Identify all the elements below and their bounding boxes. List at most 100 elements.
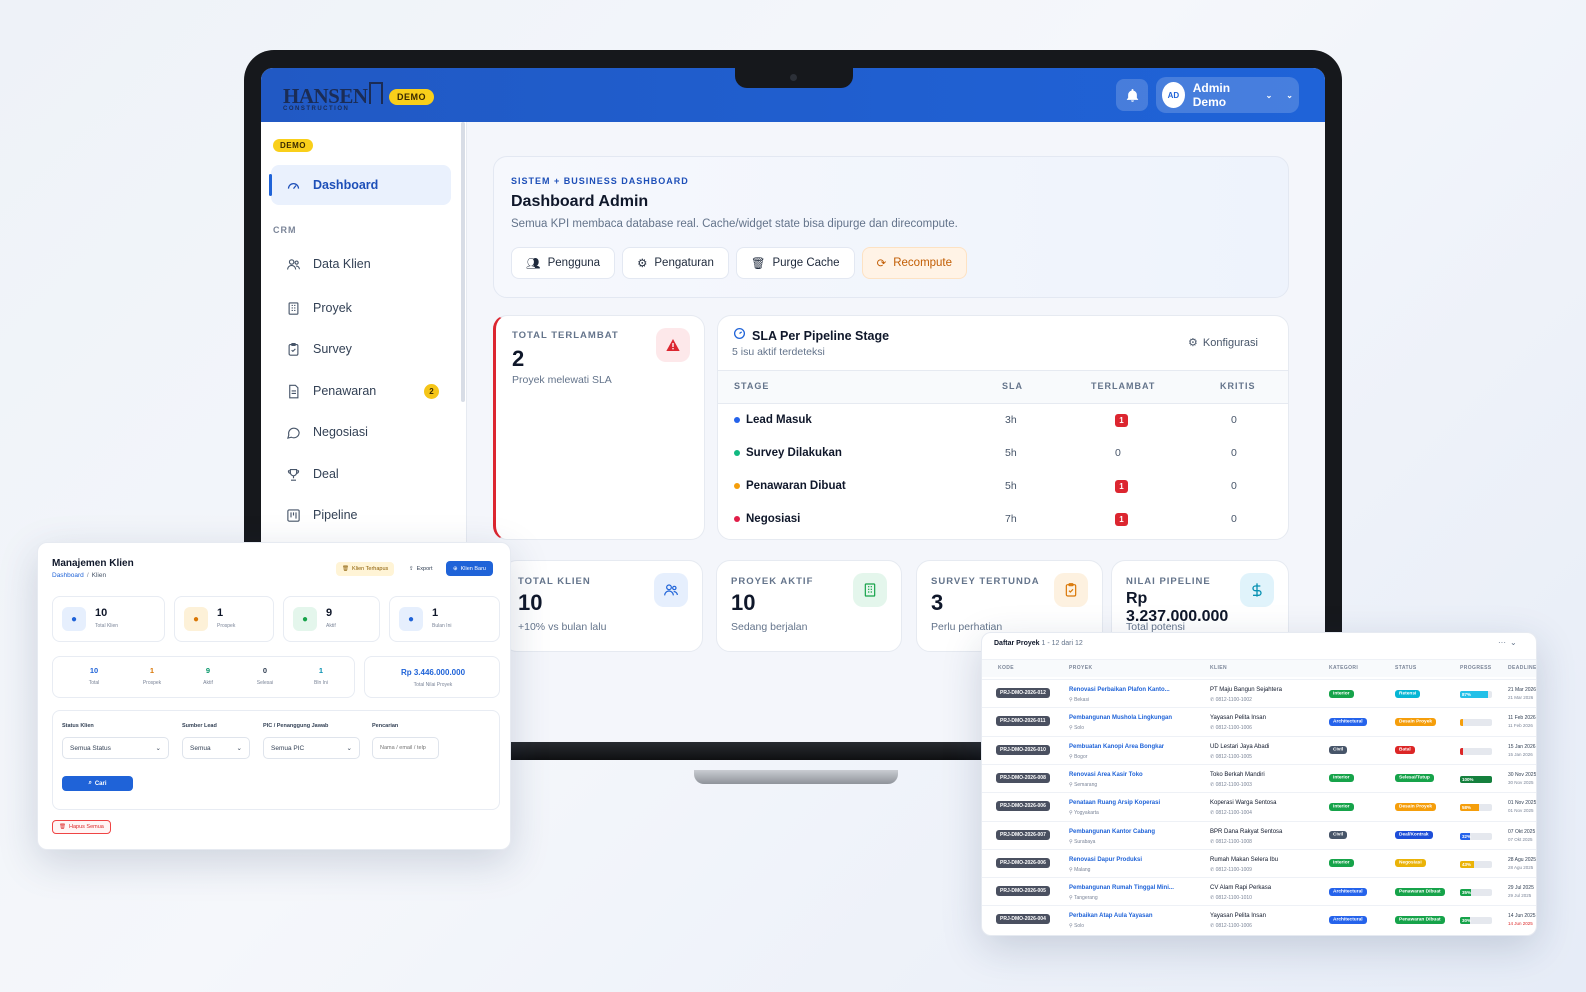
table-row[interactable]: PRJ-DMO-2026-012 Renovasi Perbaikan Plaf… <box>982 679 1537 707</box>
export-button[interactable]: ⇪ Export <box>404 562 438 576</box>
progress-bar: 30% <box>1460 917 1492 925</box>
deadline: 11 Feb 2026 <box>1508 715 1536 722</box>
summary-strip: 10 Total 1 Prospek 9 Aktif 0 Selesai 1 Bln I… <box>52 656 355 698</box>
avatar: AD <box>1162 82 1185 108</box>
sidebar-item-data-klien[interactable]: Data Klien <box>271 244 451 284</box>
table-row[interactable]: PRJ-DMO-2026-005 Pembangunan Rumah Tingg… <box>982 877 1536 905</box>
critical-count: 0 <box>1231 447 1237 459</box>
kpi-sub: Sedang berjalan <box>731 621 808 633</box>
progress-fill <box>1460 719 1463 727</box>
sidebar-item-proyek[interactable]: Proyek <box>271 288 451 328</box>
col-header[interactable]: KLIEN <box>1210 665 1227 671</box>
client-name: BPR Dana Rakyat Sentosa <box>1210 828 1283 835</box>
klien-terhapus-button[interactable]: 🗑︎ Klien Terhapus <box>336 562 395 576</box>
purge-cache-button[interactable]: 🗑︎ Purge Cache <box>735 247 855 279</box>
phone-icon: ✆ <box>1210 895 1215 902</box>
stage-dot <box>734 516 740 522</box>
kpi-value: 2 <box>512 346 525 371</box>
table-row[interactable]: PRJ-DMO-2026-008 Renovasi Area Kasir Tok… <box>982 763 1536 792</box>
sla-row[interactable]: Negosiasi 7h 1 0 <box>718 503 1288 536</box>
col-header: KRITIS <box>1220 381 1256 391</box>
summary-label: Aktif <box>203 680 213 686</box>
table-row[interactable]: PRJ-DMO-2026-004 Perbaikan Atap Aula Yay… <box>982 905 1536 933</box>
user-plus-icon: ● <box>184 607 208 631</box>
sumber-select[interactable]: Semua ⌄ <box>182 737 250 759</box>
col-header[interactable]: STATUS <box>1395 665 1417 671</box>
progress-bar: 87% <box>1460 691 1492 698</box>
sla-value: 5h <box>1005 447 1017 459</box>
project-name[interactable]: Penataan Ruang Arsip Koperasi <box>1069 800 1160 806</box>
pic-select[interactable]: Semua PIC ⌄ <box>263 737 360 759</box>
plus-icon: ⊕ <box>453 565 458 572</box>
recompute-button[interactable]: ⟳ Recompute <box>861 247 968 279</box>
trash-icon: 🗑︎ <box>750 258 766 270</box>
project-name[interactable]: Renovasi Perbaikan Plafon Kanto... <box>1069 687 1170 693</box>
col-header[interactable]: KATEGORI <box>1329 665 1358 671</box>
sidebar-item-penawaran[interactable]: Penawaran 2 <box>271 371 451 411</box>
progress-bar: 58% <box>1460 804 1492 812</box>
project-code: PRJ-DMO-2026-012 <box>996 688 1050 698</box>
sidebar-item-survey[interactable]: Survey <box>271 329 451 369</box>
table-row[interactable]: PRJ-DMO-2026-007 Pembangunan Kantor Caba… <box>982 820 1536 849</box>
table-row[interactable]: PRJ-DMO-2026-006 Renovasi Dapur Produksi… <box>982 848 1536 877</box>
client-phone: ✆ 0812-1100-1009 <box>1210 866 1252 873</box>
sidebar-item-negosiasi[interactable]: Negosiasi <box>271 412 451 452</box>
sidebar-item-deal[interactable]: Deal <box>271 454 451 494</box>
project-name[interactable]: Renovasi Area Kasir Toko <box>1069 772 1143 778</box>
project-name[interactable]: Pembangunan Rumah Tinggal Mini... <box>1069 885 1174 891</box>
proyek-menu-button[interactable]: ··· ⌄ <box>1498 638 1517 647</box>
hapus-semua-button[interactable]: 🗑︎ Hapus Semua <box>52 820 111 834</box>
client-name: Rumah Makan Selera Ibu <box>1210 856 1279 863</box>
table-row[interactable]: PRJ-DMO-2026-006 Penataan Ruang Arsip Ko… <box>982 792 1536 820</box>
phone-icon: ✆ <box>1210 725 1215 732</box>
sla-value: 5h <box>1005 480 1017 492</box>
sidebar-item-pipeline[interactable]: Pipeline <box>271 495 451 535</box>
sla-row[interactable]: Survey Dilakukan 5h 0 0 <box>718 437 1288 470</box>
sla-row[interactable]: Lead Masuk 3h 1 0 <box>718 404 1288 437</box>
pengguna-button[interactable]: 👥︎ Pengguna <box>511 247 616 279</box>
notification-button[interactable] <box>1116 79 1148 111</box>
chat-icon <box>285 424 301 440</box>
project-code: PRJ-DMO-2026-005 <box>996 886 1050 897</box>
client-phone: ✆ 0812-1100-1005 <box>1210 753 1252 760</box>
kpi-label: NILAI PIPELINE <box>1126 576 1211 587</box>
client-phone: ✆ 0812-1100-1004 <box>1210 810 1252 817</box>
kpi-card[interactable]: TOTAL KLIEN 10 +10% vs bulan lalu <box>503 560 703 652</box>
kpi-label: TOTAL KLIEN <box>518 576 591 587</box>
phone-icon: ✆ <box>1210 923 1215 930</box>
col-header[interactable]: DEADLINE <box>1508 665 1536 671</box>
breadcrumb-home[interactable]: Dashboard <box>52 572 84 579</box>
konfigurasi-button[interactable]: ⚙ Konfigurasi <box>1188 336 1258 350</box>
table-row[interactable]: PRJ-DMO-2026-010 Pembuatan Kanopi Area B… <box>982 735 1536 764</box>
user-check-icon: ● <box>293 607 317 631</box>
project-name[interactable]: Perbaikan Atap Aula Yayasan <box>1069 913 1152 919</box>
project-name[interactable]: Pembangunan Mushola Lingkungan <box>1069 715 1172 721</box>
phone-icon: ✆ <box>1210 866 1215 873</box>
cari-button[interactable]: ⌕ Cari <box>62 776 133 791</box>
deadline: 15 Jan 2026 <box>1508 743 1536 750</box>
sidebar-item-dashboard[interactable]: Dashboard <box>269 165 451 205</box>
client-name: Koperasi Warga Sentosa <box>1210 800 1277 807</box>
table-row[interactable]: PRJ-DMO-2026-011 Pembangunan Mushola Lin… <box>982 707 1536 735</box>
sla-row[interactable]: Penawaran Dibuat 5h 1 0 <box>718 470 1288 503</box>
project-name[interactable]: Pembuatan Kanopi Area Bongkar <box>1069 744 1164 750</box>
search-input[interactable] <box>372 737 439 759</box>
project-name[interactable]: Renovasi Dapur Produksi <box>1069 857 1142 863</box>
sidebar-item-label: Dashboard <box>313 178 379 192</box>
progress-fill: 30% <box>1460 917 1472 925</box>
deadline: 21 Mar 2026 <box>1508 687 1537 693</box>
project-name[interactable]: Pembangunan Kantor Cabang <box>1069 829 1155 835</box>
status-badge: Penawaran Dibuat <box>1395 887 1445 896</box>
col-header[interactable]: PROGRESS <box>1460 665 1492 671</box>
user-menu[interactable]: AD Admin Demo ⌄ ⌄ <box>1156 77 1299 113</box>
status-select[interactable]: Semua Status ⌄ <box>62 737 169 759</box>
stat-value: 1 <box>432 607 439 619</box>
col-header[interactable]: KODE <box>998 665 1014 671</box>
klien-baru-button[interactable]: ⊕ Klien Baru <box>446 561 493 576</box>
col-header[interactable]: PROYEK <box>1069 665 1093 671</box>
app-logo[interactable]: HANSEN CONSTRUCTION <box>283 84 368 112</box>
critical-count: 0 <box>1231 414 1237 426</box>
pengaturan-button[interactable]: ⚙ Pengaturan <box>622 247 729 279</box>
sidebar-scrollbar[interactable] <box>461 122 465 402</box>
kpi-card[interactable]: PROYEK AKTIF 10 Sedang berjalan <box>716 560 902 652</box>
